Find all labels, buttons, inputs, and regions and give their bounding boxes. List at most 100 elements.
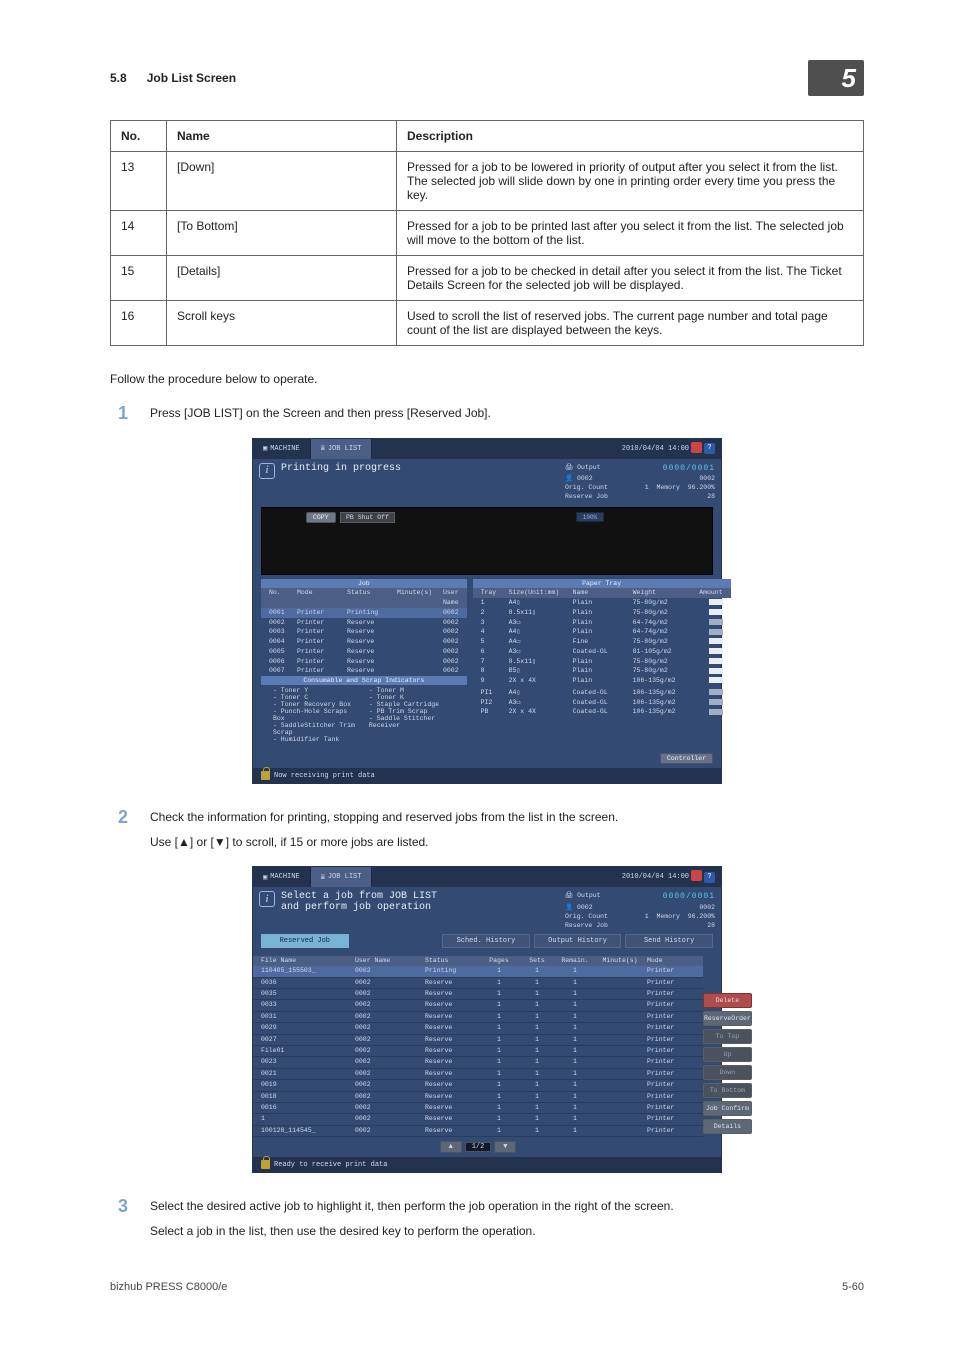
page-up-button[interactable]: ▲ xyxy=(440,1141,462,1153)
datetime: 2010/04/04 14:00 xyxy=(622,873,689,881)
job-row[interactable]: 0004PrinterReserve0002 xyxy=(261,637,467,647)
step-number: 2 xyxy=(110,808,128,828)
to-bottom-button[interactable]: To Bottom xyxy=(703,1083,752,1098)
help-icon[interactable]: ? xyxy=(704,443,715,454)
step-number: 1 xyxy=(110,404,128,424)
consumable-item: - Toner Y xyxy=(273,687,359,694)
tray-row[interactable]: 78.5x11▯Plain75-80g/m2 xyxy=(473,657,731,667)
reserved-job-row[interactable]: 00270002Reserve111Printer xyxy=(253,1035,703,1046)
status-meters: 🖨 Output0000/0001 👤 00020002 Orig. Count… xyxy=(565,891,715,929)
reserved-job-row[interactable]: 00310002Reserve111Printer xyxy=(253,1012,703,1023)
consumable-item: - Toner Recovery Box xyxy=(273,701,359,708)
reserved-job-row[interactable]: 00330002Reserve111Printer xyxy=(253,1000,703,1011)
tab-joblist[interactable]: ≣JOB LIST xyxy=(311,439,373,459)
job-row[interactable]: 0001PrinterPrinting0002 xyxy=(261,608,467,618)
section-heading: 5.8Job List Screen xyxy=(110,71,236,85)
job-row[interactable]: 0007PrinterReserve0002 xyxy=(261,666,467,676)
reserved-job-row[interactable]: File010002Reserve111Printer xyxy=(253,1046,703,1057)
controller-button[interactable]: Controller xyxy=(660,753,713,764)
th-name: Name xyxy=(167,121,397,152)
reserved-job-row[interactable]: 00190002Reserve111Printer xyxy=(253,1080,703,1091)
table-row: 14[To Bottom]Pressed for a job to be pri… xyxy=(111,211,864,256)
table-row: 13[Down]Pressed for a job to be lowered … xyxy=(111,152,864,211)
tray-row[interactable]: 1A4▯Plain75-80g/m2 xyxy=(473,598,731,608)
job-row[interactable]: 0003PrinterReserve0002 xyxy=(261,627,467,637)
reserved-job-row[interactable]: 00160002Reserve111Printer xyxy=(253,1103,703,1114)
reserved-job-row[interactable]: 00180002Reserve111Printer xyxy=(253,1092,703,1103)
footer-product: bizhub PRESS C8000/e xyxy=(110,1281,227,1293)
tray-row[interactable]: 6A3▭Coated-GL81-105g/m2 xyxy=(473,647,731,657)
reserved-job-row[interactable]: 10002Reserve111Printer xyxy=(253,1114,703,1125)
consumable-item: - Punch-Hole Scraps Box xyxy=(273,708,359,722)
step-text: Select the desired active job to highlig… xyxy=(150,1197,864,1241)
power-icon[interactable] xyxy=(691,870,702,881)
consumable-item: - Humidifier Tank xyxy=(273,736,359,743)
tab-machine[interactable]: ▣MACHINE xyxy=(253,867,311,887)
pi-row[interactable]: PB2X x 4XCoated-GL106-135g/m2 xyxy=(473,707,731,717)
tray-row[interactable]: 92X x 4XPlain106-135g/m2 xyxy=(473,676,731,686)
page-down-button[interactable]: ▼ xyxy=(494,1141,516,1153)
consumable-item: - Toner M xyxy=(369,687,455,694)
chapter-badge: 5 xyxy=(808,60,864,96)
list-icon: ≣ xyxy=(321,444,325,453)
th-no: No. xyxy=(111,121,167,152)
pi-row[interactable]: PI2A3▭Coated-GL106-135g/m2 xyxy=(473,698,731,708)
table-row: 16Scroll keysUsed to scroll the list of … xyxy=(111,301,864,346)
tab-machine[interactable]: ▣MACHINE xyxy=(253,439,311,459)
copy-button[interactable]: COPY xyxy=(306,512,336,523)
step-number: 3 xyxy=(110,1197,128,1217)
job-row[interactable]: 0005PrinterReserve0002 xyxy=(261,647,467,657)
pb-shut-off-button[interactable]: PB Shut Off xyxy=(340,512,395,523)
tray-row[interactable]: 3A3▭Plain64-74g/m2 xyxy=(473,618,731,628)
consumable-item: - Toner K xyxy=(369,694,455,701)
step-text: Press [JOB LIST] on the Screen and then … xyxy=(150,404,864,423)
reserved-job-row[interactable]: 00350002Reserve111Printer xyxy=(253,989,703,1000)
footer-page: 5-60 xyxy=(842,1281,864,1293)
list-icon: ≣ xyxy=(321,873,325,882)
delete-button[interactable]: Delete xyxy=(703,993,752,1008)
tray-row[interactable]: 28.5x11▯Plain75-80g/m2 xyxy=(473,608,731,618)
tab-joblist[interactable]: ≣JOB LIST xyxy=(311,867,373,887)
screen-title: Select a job from JOB LIST and perform j… xyxy=(281,891,437,913)
reserved-job-row[interactable]: 00210002Reserve111Printer xyxy=(253,1069,703,1080)
tab-sched-history[interactable]: Sched. History xyxy=(442,934,530,948)
tab-reserved-job[interactable]: Reserved Job xyxy=(261,934,349,948)
tray-row[interactable]: 5A4▭Fine75-80g/m2 xyxy=(473,637,731,647)
consumable-item: - SaddleStitcher Trim Scrap xyxy=(273,722,359,736)
down-button[interactable]: Down xyxy=(703,1065,752,1080)
up-button[interactable]: Up xyxy=(703,1047,752,1062)
tab-send-history[interactable]: Send History xyxy=(625,934,713,948)
to-top-button[interactable]: To Top xyxy=(703,1029,752,1044)
details-button[interactable]: Details xyxy=(703,1119,752,1134)
consumable-header: Consumable and Scrap Indicators xyxy=(261,676,467,685)
help-icon[interactable]: ? xyxy=(704,872,715,883)
info-icon: i xyxy=(259,891,275,907)
job-confirm-button[interactable]: Job Confirm xyxy=(703,1101,752,1116)
power-icon[interactable] xyxy=(691,442,702,453)
consumable-item: - Toner C xyxy=(273,694,359,701)
screenshot-2: ▣MACHINE ≣JOB LIST 2010/04/04 14:00 ? i … xyxy=(252,866,722,1173)
job-row[interactable]: 0002PrinterReserve0002 xyxy=(261,618,467,628)
pi-row[interactable]: PI1A4▯Coated-GL106-135g/m2 xyxy=(473,688,731,698)
tray-row[interactable]: 4A4▯Plain64-74g/m2 xyxy=(473,627,731,637)
reserved-job-row[interactable]: 110405_155503_0002Printing111Printer xyxy=(253,966,703,977)
meter-value: 100% xyxy=(576,512,604,522)
reserved-job-row[interactable]: 00360002Reserve111Printer xyxy=(253,978,703,989)
reserved-job-row[interactable]: 00290002Reserve111Printer xyxy=(253,1023,703,1034)
reserved-job-row[interactable]: 100128_114545_0002Reserve111Printer xyxy=(253,1126,703,1137)
page-indicator: 1/2 xyxy=(465,1142,492,1152)
tray-row[interactable]: 8B5▯Plain75-80g/m2 xyxy=(473,666,731,676)
job-tab-header: Job xyxy=(261,579,467,588)
table-row: 15[Details]Pressed for a job to be check… xyxy=(111,256,864,301)
lead-text: Follow the procedure below to operate. xyxy=(110,372,864,386)
reserved-job-row[interactable]: 00230002Reserve111Printer xyxy=(253,1057,703,1068)
tab-output-history[interactable]: Output History xyxy=(534,934,622,948)
screen-title: Printing in progress xyxy=(281,463,401,474)
reserve-order-button[interactable]: ReserveOrder xyxy=(703,1011,752,1026)
step-text: Check the information for printing, stop… xyxy=(150,808,864,852)
lock-icon xyxy=(261,1160,270,1169)
info-icon: i xyxy=(259,463,275,479)
screenshot-1: ▣MACHINE ≣JOB LIST 2010/04/04 14:00 ? i … xyxy=(252,438,722,784)
job-row[interactable]: 0006PrinterReserve0002 xyxy=(261,657,467,667)
consumable-item: - Saddle Stitcher Receiver xyxy=(369,715,455,729)
